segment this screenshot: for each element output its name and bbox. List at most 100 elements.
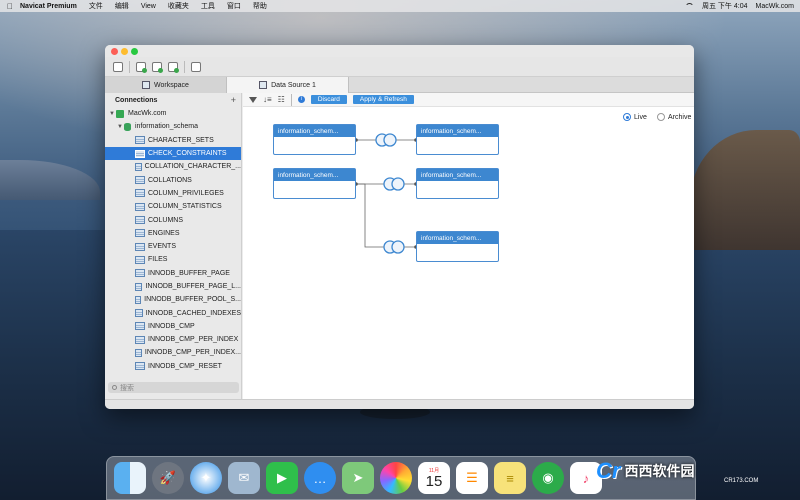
table-item[interactable]: INNODB_BUFFER_PAGE (105, 267, 241, 280)
menu-help[interactable]: 帮助 (253, 1, 267, 11)
connection-icon (116, 109, 124, 118)
table-icon (135, 255, 145, 264)
launchpad-icon[interactable]: 🚀 (152, 462, 184, 494)
table-node[interactable]: information_schem... (416, 168, 499, 199)
table-item[interactable]: INNODB_CMP_RESET (105, 360, 241, 373)
relation-line (356, 183, 416, 248)
save-icon[interactable] (113, 61, 123, 72)
add-table-icon[interactable] (168, 61, 179, 73)
app-menu[interactable]: Navicat Premium (20, 3, 77, 10)
table-node[interactable]: information_schem... (273, 124, 356, 155)
menu-file[interactable]: 文件 (89, 1, 103, 11)
notes-icon[interactable]: ≡ (494, 462, 526, 494)
zoom-button[interactable] (131, 48, 138, 55)
maps-icon[interactable]: ➤ (342, 462, 374, 494)
table-item[interactable]: COLLATIONS (105, 173, 241, 186)
schema-item[interactable]: ▼ information_schema (105, 120, 241, 133)
tab-workspace[interactable]: Workspace (105, 77, 227, 93)
table-icon (135, 282, 143, 291)
table-item[interactable]: INNODB_CMP (105, 320, 241, 333)
navicat-window: Workspace Data Source 1 Connections + ▼ … (105, 45, 694, 409)
activity-monitor-icon[interactable]: ◉ (532, 462, 564, 494)
database-icon (124, 122, 131, 131)
search-input[interactable]: 搜索 (120, 383, 134, 393)
tab-data-source[interactable]: Data Source 1 (227, 77, 349, 93)
table-item[interactable]: COLLATION_CHARACTER_... (105, 160, 241, 173)
menu-edit[interactable]: 编辑 (115, 1, 129, 11)
menubar-clock[interactable]: 周五 下午 4:04 (702, 1, 748, 11)
disclosure-triangle-icon[interactable]: ▼ (116, 124, 124, 130)
table-item[interactable]: INNODB_CACHED_INDEXES (105, 306, 241, 319)
schema-label: information_schema (135, 123, 199, 131)
table-icon (135, 149, 145, 158)
table-icon (135, 189, 145, 198)
menu-favorites[interactable]: 收藏夹 (168, 1, 189, 11)
table-icon (135, 362, 145, 371)
table-label: CHARACTER_SETS (148, 136, 214, 144)
watermark-text: 西西软件园 (624, 463, 695, 479)
table-icon (135, 229, 145, 238)
discard-button[interactable]: Discard (310, 95, 347, 104)
disclosure-triangle-icon[interactable]: ▼ (108, 111, 116, 117)
editor-toolbar: ↓≡ ☷ i Discard Apply & Refresh (243, 93, 694, 107)
table-label: COLUMN_PRIVILEGES (148, 189, 224, 197)
safari-icon[interactable]: ✦ (190, 462, 222, 494)
table-label: INNODB_CMP (148, 322, 195, 330)
table-item[interactable]: INNODB_BUFFER_POOL_S... (105, 293, 241, 306)
table-icon (135, 162, 142, 171)
table-node[interactable]: information_schem... (416, 124, 499, 155)
new-connection-icon[interactable] (136, 61, 147, 73)
menu-tools[interactable]: 工具 (201, 1, 215, 11)
menu-window[interactable]: 窗口 (227, 1, 241, 11)
minimize-button[interactable] (121, 48, 128, 55)
table-item[interactable]: INNODB_CMP_PER_INDEX... (105, 346, 241, 359)
table-item[interactable]: INNODB_BUFFER_PAGE_L... (105, 280, 241, 293)
table-node-title: information_schem... (274, 125, 355, 137)
messages-icon[interactable]: … (304, 462, 336, 494)
table-item[interactable]: FILES (105, 253, 241, 266)
table-label: COLUMNS (148, 216, 184, 224)
add-schema-icon[interactable] (152, 61, 163, 73)
table-label: INNODB_CMP_PER_INDEX... (144, 349, 241, 357)
layout-icon[interactable] (191, 61, 201, 72)
table-item[interactable]: CHARACTER_SETS (105, 134, 241, 147)
status-bar (105, 399, 694, 409)
facetime-icon[interactable]: ▶ (266, 462, 298, 494)
table-node[interactable]: information_schem... (416, 231, 499, 262)
table-item[interactable]: COLUMN_STATISTICS (105, 200, 241, 213)
filter-icon[interactable] (249, 96, 257, 103)
list-icon[interactable]: ☷ (278, 95, 285, 104)
sidebar-search[interactable]: 搜索 (108, 382, 239, 393)
diagram-canvas[interactable]: information_schem... information_schem..… (243, 107, 694, 399)
close-button[interactable] (111, 48, 118, 55)
mail-stamp-icon[interactable]: ✉ (228, 462, 260, 494)
table-node[interactable]: information_schem... (273, 168, 356, 199)
table-node-title: information_schem... (417, 125, 498, 137)
calendar-icon[interactable]: 11月 15 (418, 462, 450, 494)
reminders-icon[interactable]: ☰ (456, 462, 488, 494)
photos-icon[interactable] (380, 462, 412, 494)
join-icon (383, 133, 397, 147)
apply-refresh-button[interactable]: Apply & Refresh (352, 95, 414, 104)
menu-view[interactable]: View (141, 3, 156, 10)
sort-icon[interactable]: ↓≡ (263, 95, 272, 104)
finder-icon[interactable] (114, 462, 146, 494)
table-item[interactable]: COLUMN_PRIVILEGES (105, 187, 241, 200)
title-bar[interactable] (105, 45, 694, 57)
tab-data-source-label: Data Source 1 (271, 81, 316, 89)
connection-item[interactable]: ▼ MacWk.com (105, 107, 241, 120)
table-label: CHECK_CONSTRAINTS (148, 150, 227, 158)
table-item[interactable]: EVENTS (105, 240, 241, 253)
info-icon[interactable]: i (297, 96, 305, 103)
add-connection-button[interactable]: + (231, 95, 236, 105)
table-icon (135, 176, 145, 185)
wifi-icon[interactable] (684, 2, 694, 10)
table-item[interactable]: INNODB_CMP_PER_INDEX (105, 333, 241, 346)
connections-sidebar: Connections + ▼ MacWk.com ▼ information_… (105, 93, 242, 399)
connection-label: MacWk.com (128, 110, 167, 118)
table-item[interactable]: ENGINES (105, 227, 241, 240)
table-item[interactable]: CHECK_CONSTRAINTS (105, 146, 241, 161)
table-item[interactable]: COLUMNS (105, 213, 241, 226)
apple-icon[interactable]:  (0, 2, 20, 11)
table-node-title: information_schem... (417, 232, 498, 244)
